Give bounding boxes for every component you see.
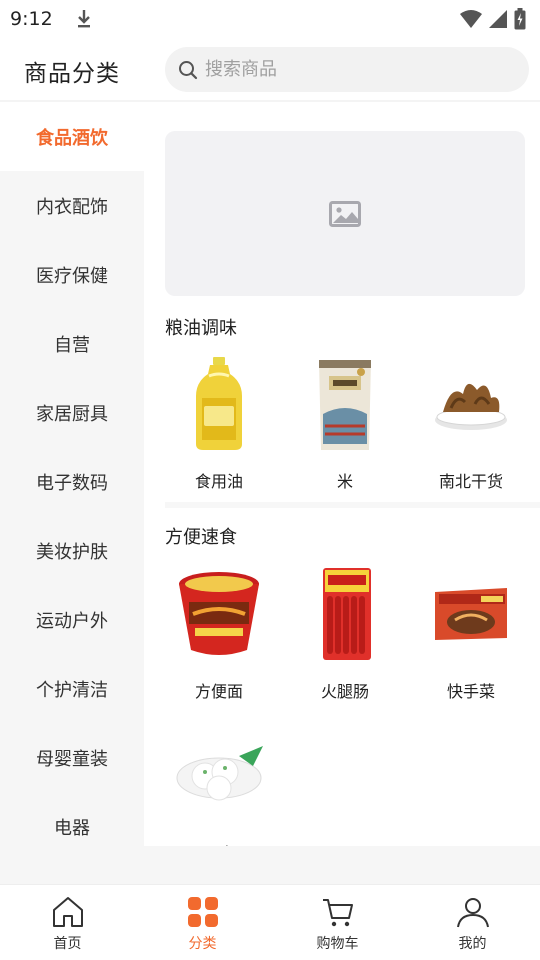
rice-bag-icon — [319, 360, 371, 450]
product-rice[interactable]: 米 — [290, 354, 400, 492]
product-instant-noodles[interactable]: 方便面 — [164, 564, 274, 702]
category-content: 粮油调味 食用油 米 南北干货 方便速食 方便面 火腿肠 快手菜 — [144, 102, 540, 846]
tab-home[interactable]: 首页 — [0, 885, 135, 960]
sidebar-item-appliances[interactable]: 电器 — [0, 792, 144, 846]
product-name: 快手菜 — [446, 682, 495, 701]
battery-icon — [514, 8, 526, 30]
status-time: 9:12 — [10, 8, 53, 30]
search-icon — [179, 60, 198, 79]
sidebar-item-electronics[interactable]: 电子数码 — [0, 447, 144, 516]
product-dried-goods[interactable]: 南北干货 — [416, 354, 526, 492]
product-name: 南北干货 — [438, 472, 503, 491]
instant-noodle-cup-icon — [179, 572, 259, 655]
dried-goods-plate-icon — [435, 383, 507, 430]
category-sidebar: 食品酒饮 内衣配饰 医疗保健 自营 家居厨具 电子数码 美妆护肤 运动户外 个护… — [0, 102, 144, 846]
cooking-oil-bottle-icon — [196, 357, 242, 450]
product-dim-sum[interactable]: 面点 — [164, 726, 274, 846]
product-ham-sausage[interactable]: 火腿肠 — [290, 564, 400, 702]
sidebar-item-baby-kids[interactable]: 母婴童装 — [0, 723, 144, 792]
tab-category[interactable]: 分类 — [135, 885, 270, 960]
tab-label: 分类 — [188, 936, 217, 952]
bottom-tab-bar: 首页 分类 购物车 我的 — [0, 884, 540, 960]
tab-label: 我的 — [458, 936, 487, 952]
search-bar[interactable] — [165, 47, 529, 92]
cart-icon — [322, 899, 353, 927]
user-icon — [456, 898, 489, 928]
page-title: 商品分类 — [24, 61, 120, 87]
sidebar-item-self-operated[interactable]: 自营 — [0, 309, 144, 378]
ham-sausage-pack-icon — [323, 568, 371, 660]
section-title-grain-oil: 粮油调味 — [165, 318, 237, 339]
product-cooking-oil[interactable]: 食用油 — [164, 354, 274, 492]
search-input[interactable] — [205, 59, 505, 80]
product-name: 火腿肠 — [320, 682, 369, 701]
category-icon — [187, 897, 218, 927]
product-quick-dish[interactable]: 快手菜 — [416, 564, 526, 702]
sidebar-item-sports[interactable]: 运动户外 — [0, 585, 144, 654]
sidebar-item-beauty[interactable]: 美妆护肤 — [0, 516, 144, 585]
product-name: 方便面 — [194, 682, 243, 701]
section-title-instant-food: 方便速食 — [165, 527, 237, 548]
home-icon — [52, 897, 83, 927]
product-name: 米 — [336, 472, 353, 491]
header: 商品分类 — [0, 44, 540, 98]
wifi-icon — [460, 10, 482, 28]
sidebar-item-food-drink[interactable]: 食品酒饮 — [0, 102, 144, 171]
sidebar-item-personal-care[interactable]: 个护清洁 — [0, 654, 144, 723]
bottom-spacer — [0, 846, 540, 884]
tab-cart[interactable]: 购物车 — [270, 885, 405, 960]
image-placeholder-icon — [329, 200, 361, 227]
banner-placeholder[interactable] — [165, 131, 525, 296]
sidebar-item-home-kitchen[interactable]: 家居厨具 — [0, 378, 144, 447]
status-bar: 9:12 — [0, 0, 540, 38]
sidebar-item-healthcare[interactable]: 医疗保健 — [0, 240, 144, 309]
product-name: 食用油 — [194, 472, 243, 491]
tab-label: 购物车 — [316, 936, 359, 952]
section-divider — [165, 502, 540, 508]
tab-profile[interactable]: 我的 — [405, 885, 540, 960]
quick-dish-pack-icon — [435, 588, 507, 640]
sidebar-item-underwear[interactable]: 内衣配饰 — [0, 171, 144, 240]
download-icon — [77, 10, 90, 28]
steamed-buns-plate-icon — [176, 746, 263, 801]
signal-icon — [489, 10, 507, 28]
tab-label: 首页 — [53, 936, 82, 952]
